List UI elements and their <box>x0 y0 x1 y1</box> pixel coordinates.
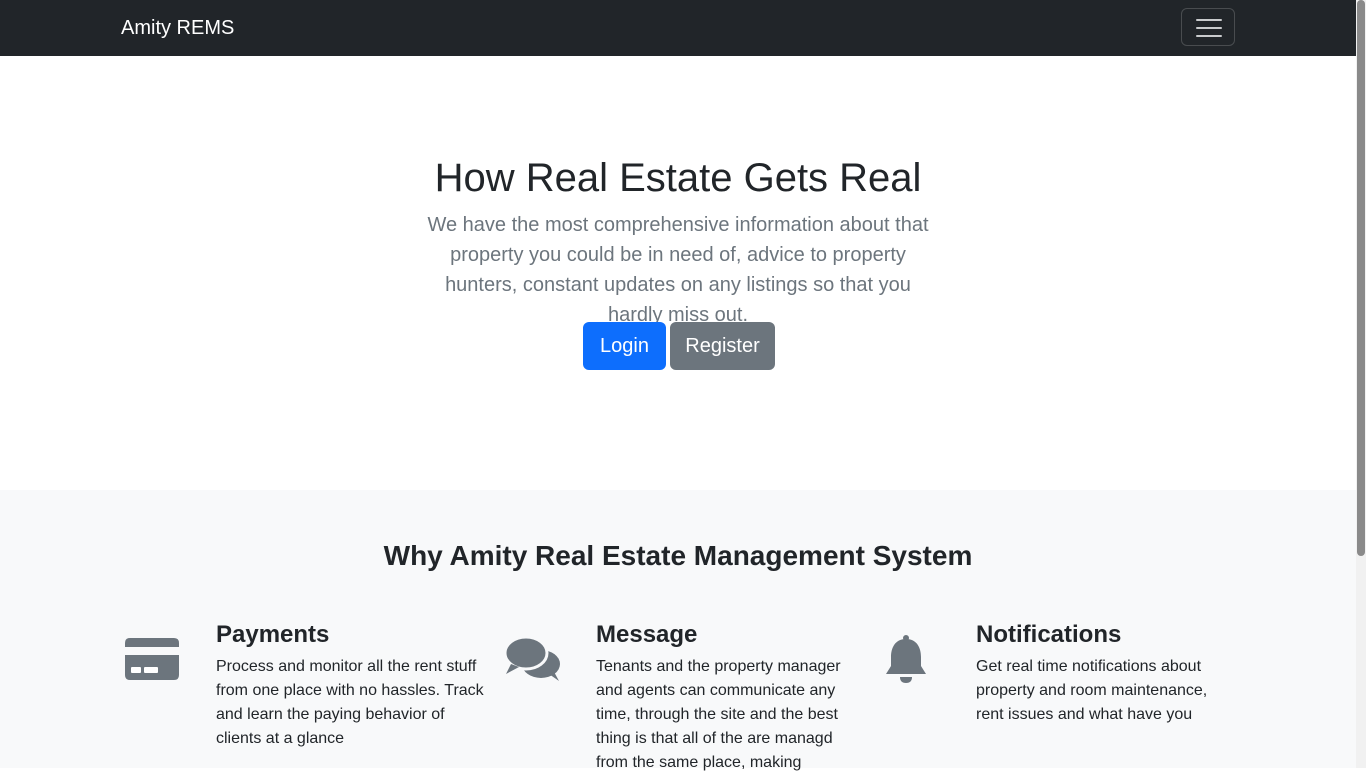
hero-section: How Real Estate Gets Real We have the mo… <box>0 56 1356 490</box>
scrollbar-thumb[interactable] <box>1357 0 1365 556</box>
hero-lead: We have the most comprehensive informati… <box>427 214 929 326</box>
feature-title-notifications: Notifications <box>976 621 1122 648</box>
feature-text-notifications: Get real time notifications about proper… <box>976 658 1208 723</box>
feature-title-payments: Payments <box>216 621 330 648</box>
bell-icon <box>885 634 929 689</box>
hero-title: How Real Estate Gets Real <box>434 156 922 200</box>
feature-title-message: Message <box>596 621 698 648</box>
navbar-toggler-button[interactable] <box>1181 8 1235 46</box>
page-scrollbar[interactable] <box>1356 0 1366 768</box>
feature-text-payments: Process and monitor all the rent stuff f… <box>216 658 484 747</box>
top-navbar: Amity REMS <box>0 0 1356 56</box>
brand-link[interactable]: Amity REMS <box>121 16 234 40</box>
features-heading: Why Amity Real Estate Management System <box>383 540 973 571</box>
features-section: Why Amity Real Estate Management System … <box>0 490 1356 771</box>
credit-card-icon <box>125 638 179 685</box>
login-button[interactable]: Login <box>583 322 666 370</box>
feature-text-message: Tenants and the property manager and age… <box>596 658 841 771</box>
register-button[interactable]: Register <box>670 322 775 370</box>
chat-bubbles-icon <box>503 635 561 687</box>
